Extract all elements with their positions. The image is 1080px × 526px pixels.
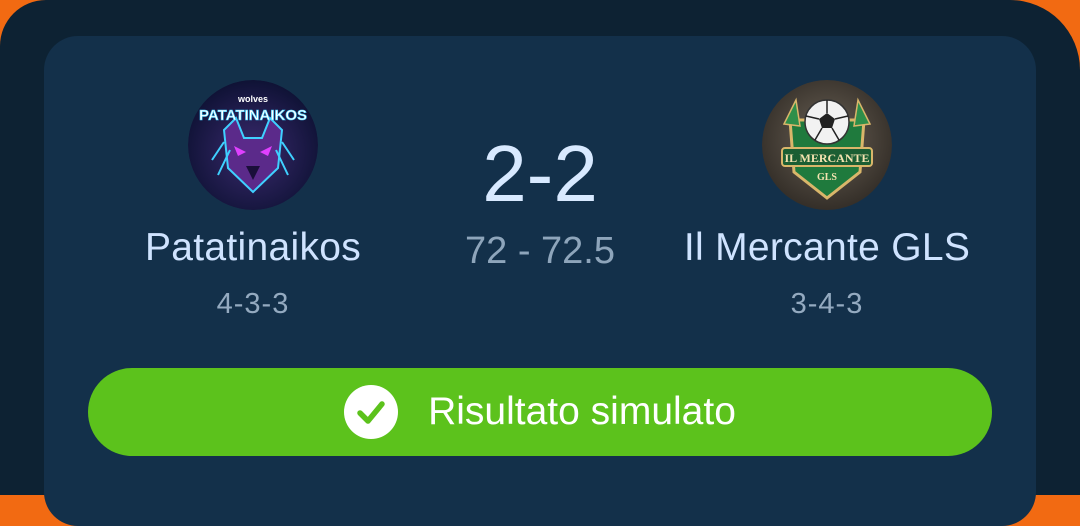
result-label: Risultato simulato: [428, 390, 736, 433]
away-team[interactable]: IL MERCANTE GLS Il Mercante GLS 3-4-3: [662, 80, 992, 321]
home-formation: 4-3-3: [216, 288, 290, 320]
away-team-name: Il Mercante GLS: [683, 226, 971, 269]
match-score: 2-2: [482, 129, 598, 218]
home-team-logo: wolves PATATINAIKOS: [188, 80, 318, 210]
wolf-crest-icon: wolves PATATINAIKOS: [188, 80, 318, 210]
svg-text:wolves: wolves: [237, 94, 268, 104]
away-formation: 3-4-3: [790, 288, 864, 320]
soccer-ball-shield-crest-icon: IL MERCANTE GLS: [762, 80, 892, 210]
svg-text:PATATINAIKOS: PATATINAIKOS: [199, 107, 307, 124]
svg-text:IL MERCANTE: IL MERCANTE: [784, 151, 869, 165]
check-circle-icon: [344, 385, 399, 439]
checkmark-icon: [357, 401, 385, 424]
home-team[interactable]: wolves PATATINAIKOS Patatinaikos 4-3-3: [88, 80, 418, 321]
svg-text:GLS: GLS: [817, 172, 837, 183]
simulated-result-button[interactable]: Risultato simulato: [88, 368, 992, 456]
away-team-logo: IL MERCANTE GLS: [762, 80, 892, 210]
match-panel: wolves PATATINAIKOS Patatinaikos 4-3-3 2…: [0, 0, 1080, 526]
match-points: 72 - 72.5: [465, 230, 615, 272]
home-team-name: Patatinaikos: [144, 226, 362, 269]
